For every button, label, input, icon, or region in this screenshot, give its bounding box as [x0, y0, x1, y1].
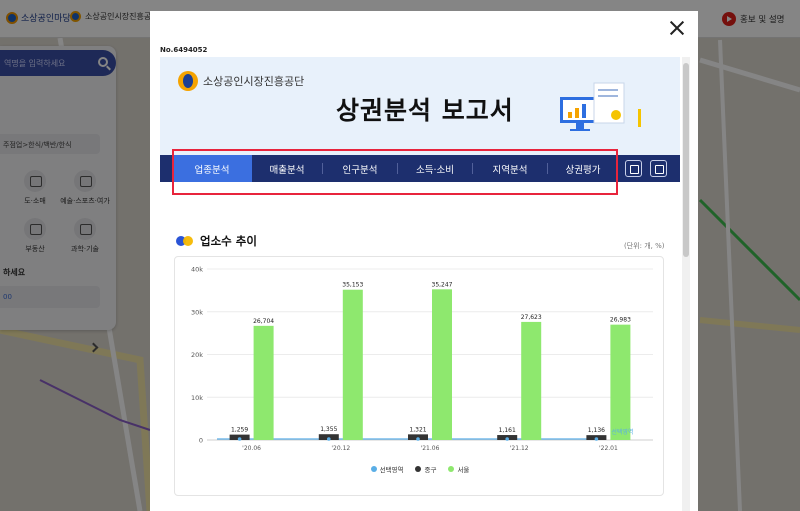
store-count-chart: 0 10k 20k 30k 40k 1,259 26,704 '20.06 1,355 35,15… — [174, 256, 664, 496]
data-label-seoul: 26,704 — [253, 318, 274, 325]
legend-swatch — [370, 466, 377, 472]
section-heading: 업소수 추이 — [176, 233, 257, 249]
chart-canvas: 0 10k 20k 30k 40k 1,259 26,704 '20.06 1,355 35,15… — [191, 266, 653, 452]
y-tick-label: 10k — [191, 394, 203, 402]
x-tick-label: '21.12 — [510, 445, 529, 452]
data-label-district: 1,321 — [409, 426, 426, 433]
legend-item-selected[interactable]: 선택영역 — [370, 464, 403, 474]
document-number: No.6494052 — [160, 46, 208, 54]
x-tick-label: '21.06 — [421, 445, 440, 452]
report-illustration-icon — [560, 82, 641, 131]
report-title: 상권분석 보고서 — [336, 96, 514, 125]
data-label-seoul: 27,623 — [521, 314, 542, 321]
y-tick-label: 30k — [191, 308, 203, 316]
data-label-district: 1,136 — [588, 427, 605, 434]
report-modal: No.6494052 소상공인시장진흥공단 상권분석 보고서 업종분석 매출분석… — [150, 11, 698, 511]
bar-seoul — [521, 321, 542, 440]
point-selected — [237, 437, 242, 441]
section-bullet-icon — [176, 236, 194, 246]
y-tick-label: 40k — [191, 266, 203, 274]
y-tick-label: 0 — [199, 437, 203, 445]
legend-swatch — [415, 466, 422, 472]
data-label-seoul: 35,247 — [432, 281, 453, 288]
report-header: 소상공인시장진흥공단 상권분석 보고서 — [160, 57, 680, 155]
close-icon[interactable] — [670, 21, 684, 35]
x-tick-label: '20.12 — [331, 445, 350, 452]
legend-item-district[interactable]: 중구 — [415, 464, 436, 474]
series-end-label-selected: 선택영역 — [611, 428, 633, 436]
point-selected — [416, 437, 420, 441]
data-label-district: 1,161 — [499, 427, 516, 434]
bar-seoul — [432, 289, 452, 440]
save-icon[interactable] — [650, 160, 667, 177]
data-label-district: 1,259 — [231, 427, 248, 434]
data-label-seoul: 35,153 — [342, 282, 363, 289]
print-icon[interactable] — [625, 160, 642, 177]
chart-legend: 선택영역 중구 서울 — [175, 464, 665, 474]
point-selected — [505, 437, 510, 441]
semas-emblem-icon — [178, 71, 198, 91]
x-tick-label: '20.06 — [242, 445, 261, 452]
point-selected — [327, 437, 331, 441]
tab-highlight-box — [172, 149, 618, 195]
scrollbar-thumb[interactable] — [683, 63, 689, 257]
point-selected — [594, 437, 599, 441]
report-scrollbar[interactable] — [682, 57, 690, 511]
bar-seoul — [342, 289, 363, 440]
unit-label: (단위: 개, %) — [624, 242, 665, 250]
legend-item-seoul[interactable]: 서울 — [448, 464, 469, 474]
legend-swatch — [448, 466, 455, 472]
y-tick-label: 20k — [191, 351, 203, 359]
org-logo: 소상공인시장진흥공단 — [178, 71, 304, 91]
bar-seoul — [610, 324, 631, 440]
data-label-district: 1,355 — [320, 426, 337, 433]
bar-seoul — [253, 325, 274, 440]
x-tick-label: '22.01 — [599, 445, 618, 452]
report-document: 소상공인시장진흥공단 상권분석 보고서 업종분석 매출분석 인구분석 소득·소비… — [160, 57, 680, 511]
data-label-seoul: 26,983 — [610, 317, 631, 324]
